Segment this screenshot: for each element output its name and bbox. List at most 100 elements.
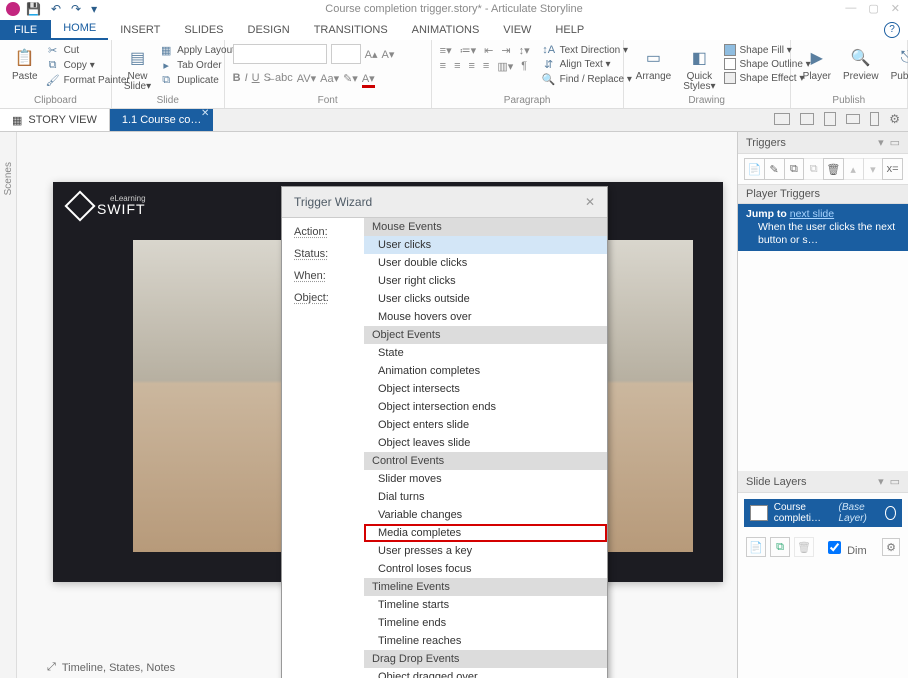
shadow-button[interactable]: abc (275, 72, 293, 88)
window-close-button[interactable]: ✕ (891, 2, 900, 15)
font-grow-icon[interactable]: A▴ (365, 48, 378, 61)
delete-layer-button[interactable]: 🗑 (794, 537, 814, 557)
line-spacing-button[interactable]: ↕▾ (519, 44, 530, 57)
rtl-button[interactable]: ¶ (521, 60, 527, 73)
trigger-option[interactable]: Slider moves (364, 470, 607, 488)
delete-trigger-button[interactable]: 🗑 (823, 158, 844, 180)
highlight-button[interactable]: ✎▾ (343, 72, 358, 88)
view-mode-phone-l-icon[interactable] (846, 114, 860, 124)
trigger-option[interactable]: Object dragged over (364, 668, 607, 678)
dialog-close-icon[interactable]: ✕ (585, 195, 595, 209)
align-left-button[interactable]: ≡ (440, 60, 446, 73)
edit-trigger-button[interactable]: ✎ (764, 158, 785, 180)
visibility-icon[interactable] (885, 506, 896, 520)
tab-file[interactable]: FILE (0, 20, 51, 40)
text-direction-button[interactable]: ↕AText Direction ▾ (542, 44, 632, 56)
window-maximize-button[interactable]: ▢ (868, 2, 878, 15)
trigger-option[interactable]: Object enters slide (364, 416, 607, 434)
align-right-button[interactable]: ≡ (469, 60, 475, 73)
window-minimize-button[interactable]: — (845, 2, 856, 15)
bold-button[interactable]: B (233, 72, 241, 88)
trigger-option[interactable]: Dial turns (364, 488, 607, 506)
font-color-button[interactable]: A▾ (362, 72, 375, 88)
trigger-option[interactable]: Timeline starts (364, 596, 607, 614)
trigger-option[interactable]: User clicks outside (364, 290, 607, 308)
variables-button[interactable]: x= (882, 158, 903, 180)
tab-transitions[interactable]: TRANSITIONS (302, 20, 400, 40)
tab-view[interactable]: VIEW (491, 20, 543, 40)
timeline-states-notes-toggle[interactable]: ⤢ Timeline, States, Notes (47, 661, 175, 674)
new-slide-button[interactable]: ▤New Slide▾ (120, 44, 155, 94)
tab-insert[interactable]: INSERT (108, 20, 172, 40)
collapse-layers-icon[interactable]: ▾ (878, 475, 884, 488)
slide-tab[interactable]: 1.1 Course co…✕ (110, 109, 213, 131)
view-mode-phone-p-icon[interactable] (870, 112, 879, 126)
view-mode-desktop-icon[interactable] (774, 113, 790, 125)
scenes-panel-toggle[interactable]: Scenes (0, 132, 17, 678)
trigger-option[interactable]: Timeline reaches (364, 632, 607, 650)
tab-animations[interactable]: ANIMATIONS (400, 20, 492, 40)
help-icon[interactable]: ? (884, 22, 900, 38)
story-view-tab[interactable]: ▦STORY VIEW (0, 109, 110, 131)
tab-slides[interactable]: SLIDES (172, 20, 235, 40)
tab-home[interactable]: HOME (51, 18, 108, 40)
trigger-option[interactable]: Media completes (364, 524, 607, 542)
numbering-button[interactable]: ≔▾ (460, 44, 477, 57)
trigger-option[interactable]: Control loses focus (364, 560, 607, 578)
settings-gear-icon[interactable]: ⚙ (889, 112, 900, 126)
move-up-button[interactable]: ▴ (843, 158, 864, 180)
duplicate-layer-button[interactable]: ⧉ (770, 537, 790, 557)
case-button[interactable]: Aa▾ (320, 72, 339, 88)
undock-icon[interactable]: ▭ (890, 136, 900, 149)
close-tab-icon[interactable]: ✕ (201, 108, 209, 119)
add-trigger-button[interactable]: 📄 (744, 158, 765, 180)
trigger-option[interactable]: User clicks (364, 236, 607, 254)
copy-trigger-button[interactable]: ⧉ (784, 158, 805, 180)
font-family-select[interactable] (233, 44, 327, 64)
underline-button[interactable]: U (252, 72, 260, 88)
font-size-select[interactable] (331, 44, 361, 64)
find-replace-button[interactable]: 🔍Find / Replace ▾ (542, 73, 632, 86)
trigger-option[interactable]: User presses a key (364, 542, 607, 560)
paste-trigger-button[interactable]: ⧉ (803, 158, 824, 180)
paste-button[interactable]: 📋Paste (8, 44, 42, 84)
move-down-button[interactable]: ▾ (863, 158, 884, 180)
trigger-option[interactable]: State (364, 344, 607, 362)
preview-button[interactable]: 🔍Preview (839, 44, 883, 84)
strike-button[interactable]: S̶ (264, 72, 271, 88)
trigger-option[interactable]: Object intersects (364, 380, 607, 398)
layer-settings-button[interactable]: ⚙ (882, 538, 900, 556)
arrange-button[interactable]: ▭Arrange (632, 44, 676, 84)
align-text-button[interactable]: ⇵Align Text ▾ (542, 58, 632, 71)
italic-button[interactable]: I (245, 72, 248, 88)
tab-help[interactable]: HELP (543, 20, 596, 40)
trigger-option[interactable]: Animation completes (364, 362, 607, 380)
trigger-item[interactable]: Jump to next slide When the user clicks … (738, 204, 908, 251)
player-button[interactable]: ▶Player (799, 44, 835, 84)
indent-inc-button[interactable]: ⇥ (501, 44, 510, 57)
bullets-button[interactable]: ≡▾ (440, 44, 452, 57)
font-shrink-icon[interactable]: A▾ (382, 48, 395, 61)
dim-checkbox[interactable]: Dim (824, 538, 867, 557)
tab-design[interactable]: DESIGN (236, 20, 302, 40)
align-center-button[interactable]: ≡ (454, 60, 460, 73)
trigger-option[interactable]: Variable changes (364, 506, 607, 524)
trigger-option[interactable]: Object leaves slide (364, 434, 607, 452)
publish-button[interactable]: ⎋Publish (887, 44, 908, 84)
align-justify-button[interactable]: ≡ (483, 60, 489, 73)
collapse-icon[interactable]: ▾ (878, 136, 884, 149)
char-spacing-button[interactable]: AV▾ (297, 72, 316, 88)
base-layer-row[interactable]: Course completi… (Base Layer) (744, 499, 902, 527)
trigger-option[interactable]: User right clicks (364, 272, 607, 290)
trigger-option[interactable]: User double clicks (364, 254, 607, 272)
next-slide-link[interactable]: next slide (790, 208, 834, 220)
columns-button[interactable]: ▥▾ (497, 60, 513, 73)
quick-styles-button[interactable]: ◧Quick Styles▾ (679, 44, 719, 94)
indent-dec-button[interactable]: ⇤ (484, 44, 493, 57)
trigger-option[interactable]: Timeline ends (364, 614, 607, 632)
trigger-option[interactable]: Mouse hovers over (364, 308, 607, 326)
new-layer-button[interactable]: 📄 (746, 537, 766, 557)
view-mode-landscape-icon[interactable] (800, 113, 814, 125)
undock-layers-icon[interactable]: ▭ (890, 475, 900, 488)
trigger-option[interactable]: Object intersection ends (364, 398, 607, 416)
